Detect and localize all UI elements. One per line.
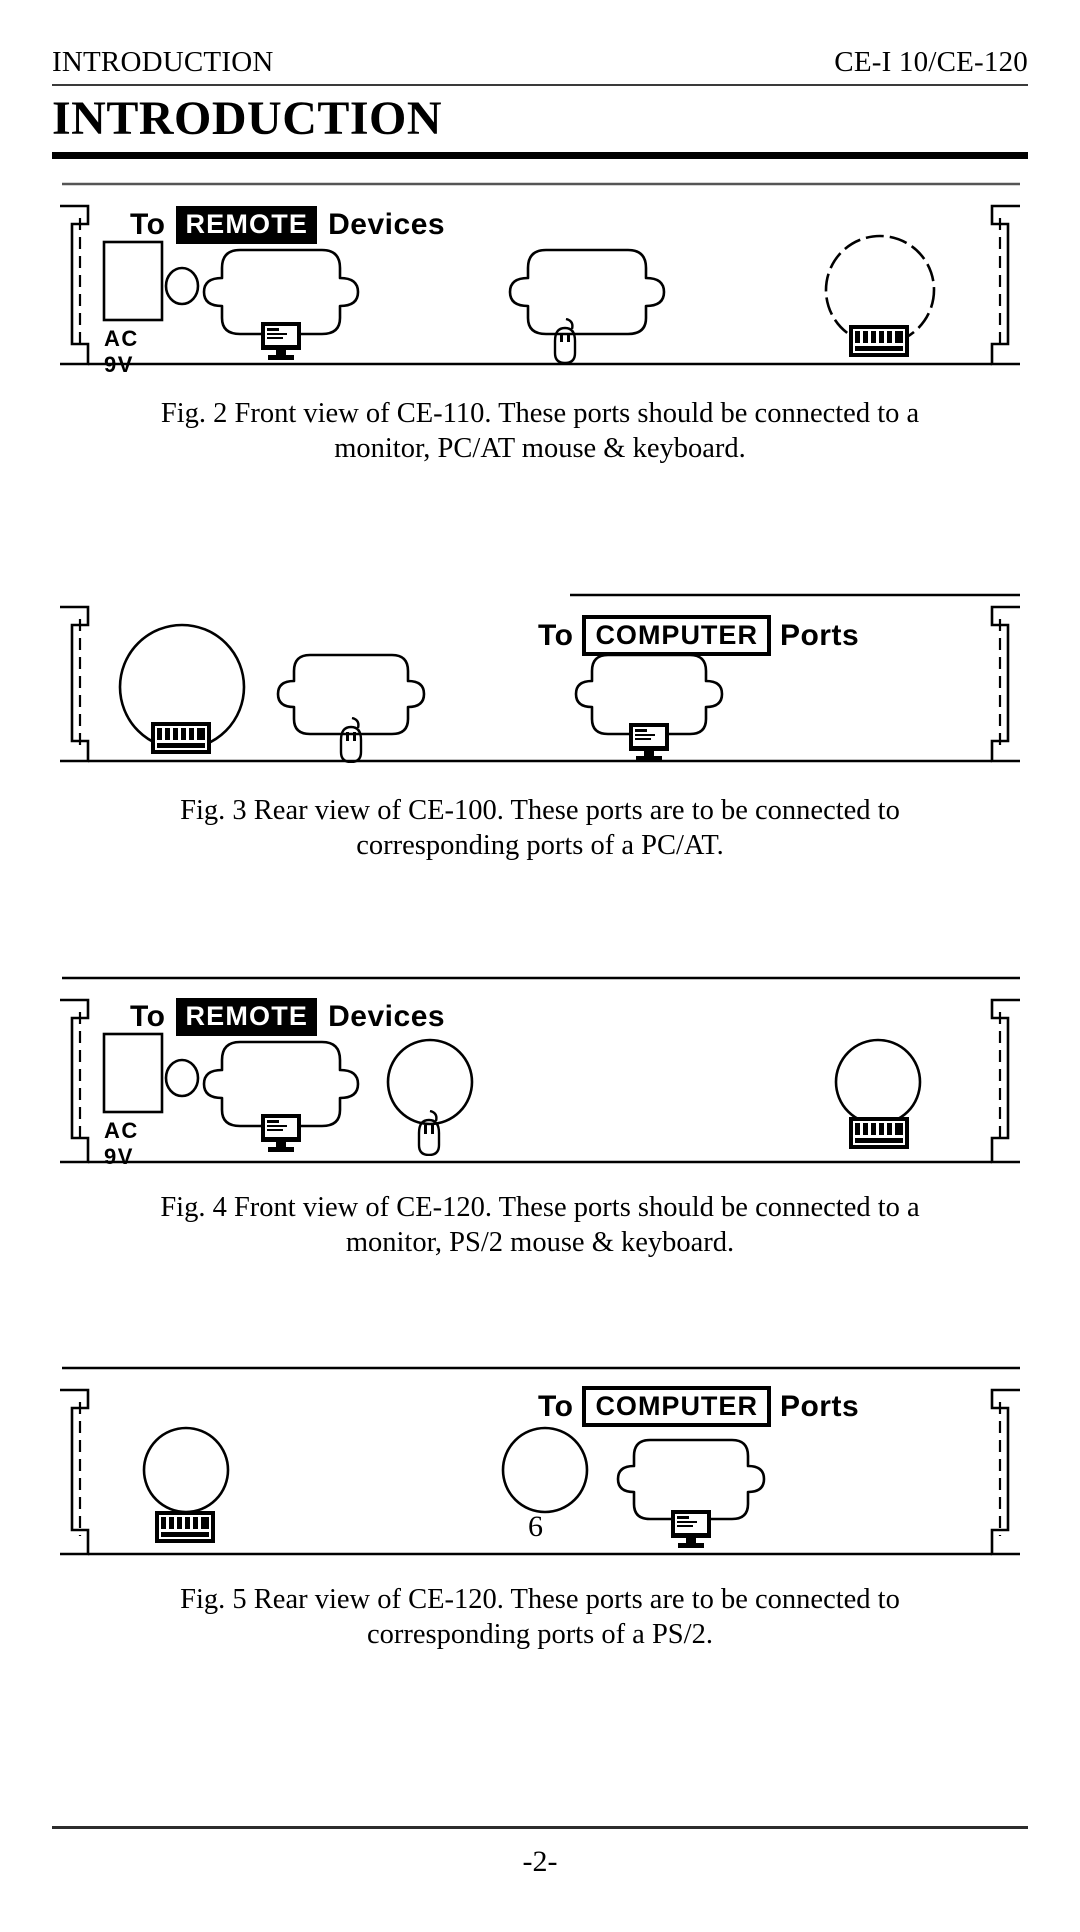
banner-suffix: Ports [779,1389,860,1423]
power-label-ac9v: AC 9V [104,326,139,377]
banner-to-computer-ports: To COMPUTER Ports [538,1386,860,1428]
banner-to-remote-devices: To REMOTE Devices [130,206,445,244]
figure-caption-fig2: Fig. 2 Front view of CE-110. These ports… [90,396,990,466]
monitor-icon [668,1508,714,1555]
banner-boxed-label: COMPUTER [582,615,771,657]
monitor-icon [626,721,672,768]
keyboard-icon [150,721,212,760]
banner-suffix: Devices [328,1000,446,1033]
running-header-right: CE-I 10/CE-120 [834,46,1028,78]
monitor-icon [258,320,304,367]
banner-boxed-label: COMPUTER [582,1386,771,1428]
banner-prefix: To [130,1000,166,1033]
keyboard-icon [848,324,910,363]
caption-line-1: Fig. 2 Front view of CE-110. These ports… [160,398,920,429]
keyboard-icon [154,1510,216,1549]
caption-line-2: corresponding ports of a PC/AT. [356,830,724,861]
page-title: INTRODUCTION [52,92,443,145]
monitor-icon [258,1112,304,1159]
caption-line-1: Fig. 3 Rear view of CE-100. These ports … [180,795,900,826]
banner-boxed-label: REMOTE [176,998,318,1036]
caption-line-2: monitor, PS/2 mouse & keyboard. [345,1227,735,1258]
figure-caption-fig4: Fig. 4 Front view of CE-120. These ports… [90,1190,990,1260]
figure-caption-fig3: Fig. 3 Rear view of CE-100. These ports … [90,793,990,863]
header-rule [52,84,1028,86]
banner-prefix: To [130,208,166,241]
document-page: INTRODUCTION CE-I 10/CE-120 INTRODUCTION [0,0,1080,1932]
banner-suffix: Devices [328,208,446,241]
banner-prefix: To [538,618,574,652]
caption-line-2: corresponding ports of a PS/2. [367,1619,713,1650]
mouse-icon [412,1109,446,1161]
banner-boxed-label: REMOTE [176,206,318,244]
banner-to-remote-devices: To REMOTE Devices [130,998,445,1036]
banner-prefix: To [538,1389,574,1423]
keyboard-icon [848,1116,910,1155]
banner-to-computer-ports: To COMPUTER Ports [538,615,860,657]
caption-line-2: monitor, PC/AT mouse & keyboard. [334,433,746,464]
page-number: -2- [522,1845,558,1878]
mouse-icon [334,716,368,768]
stray-page-number: 6 [528,1510,543,1543]
running-header: INTRODUCTION CE-I 10/CE-120 [52,46,1028,86]
figure-caption-fig5: Fig. 5 Rear view of CE-120. These ports … [90,1582,990,1652]
running-header-left: INTRODUCTION [52,46,274,78]
banner-suffix: Ports [779,618,860,652]
title-rule [52,152,1028,159]
caption-line-1: Fig. 4 Front view of CE-120. These ports… [160,1192,920,1223]
power-label-ac9v: AC 9V [104,1118,139,1169]
caption-line-1: Fig. 5 Rear view of CE-120. These ports … [180,1584,900,1615]
footer-rule [52,1826,1028,1829]
mouse-icon [548,317,582,369]
